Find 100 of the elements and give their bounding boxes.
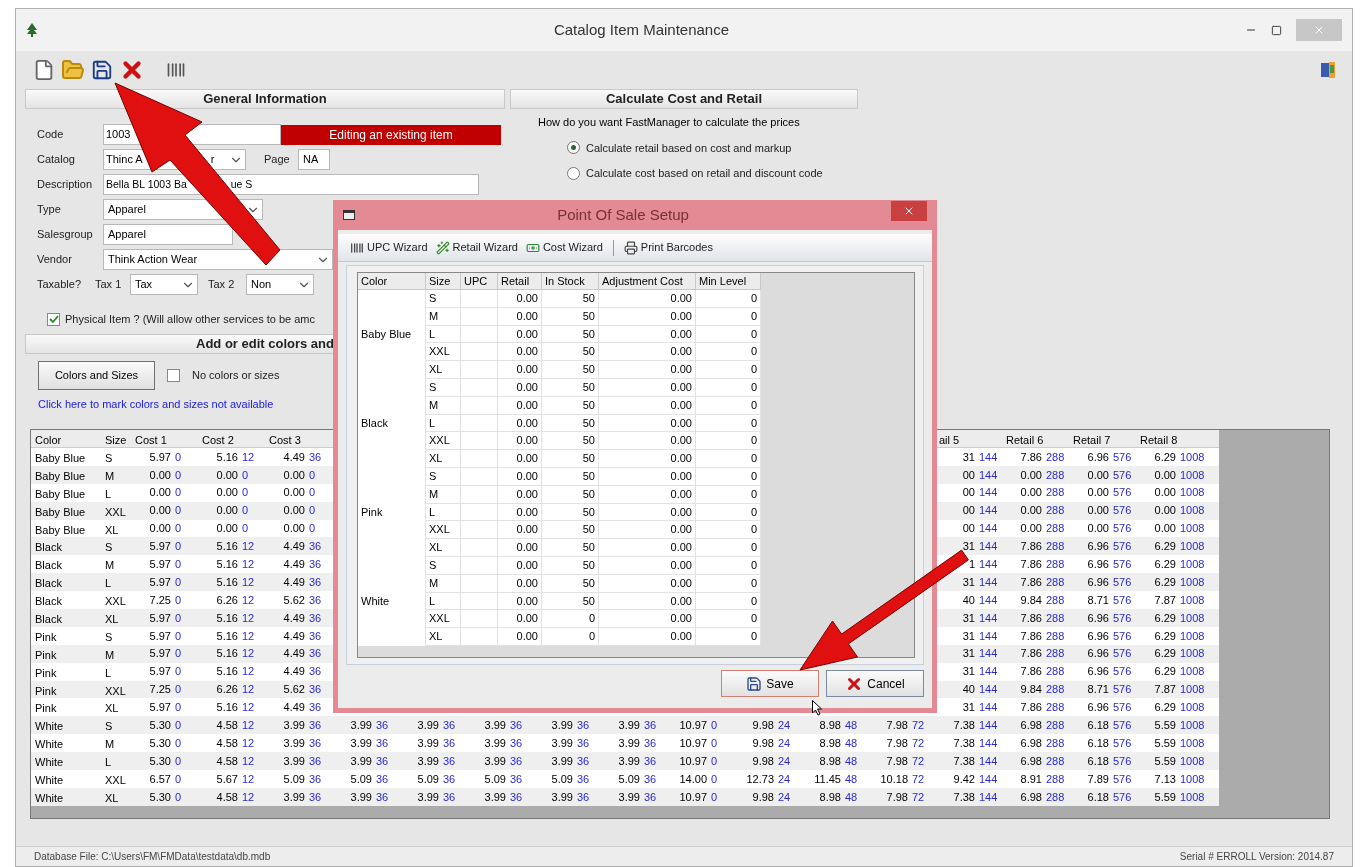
table-cell: 0.00 <box>498 467 542 486</box>
save-button[interactable]: Save <box>721 670 819 697</box>
grid-cell-text: 6.18 <box>1086 789 1109 805</box>
table-cell: S <box>426 379 461 397</box>
grid-cell-text: 6.18 <box>1086 735 1109 751</box>
grid-cell: S <box>105 630 113 643</box>
quantity-value: 0 <box>174 628 182 644</box>
grid-cell-text: 6.96 <box>1086 610 1109 626</box>
grid-cell-text: 5.97 <box>148 557 171 573</box>
grid-cell-text: 40 <box>961 682 975 698</box>
table-cell: 0 <box>696 290 761 308</box>
grid-cell-text: 3.99 <box>416 789 439 805</box>
quantity-value: 36 <box>308 592 322 608</box>
table-cell: 0.00 <box>498 539 542 557</box>
table-cell: 0.00 <box>599 610 696 629</box>
table-cell: L <box>426 503 461 522</box>
quantity-value: 0 <box>308 521 316 537</box>
grid-cell-text: 5.09 <box>483 771 506 787</box>
grid-cell-text: 6.98 <box>1019 735 1042 751</box>
quantity-value: 36 <box>576 771 590 787</box>
field-label: Taxable? <box>37 277 83 293</box>
tax-select[interactable]: Tax <box>130 274 198 295</box>
cancel-button[interactable]: Cancel <box>826 670 924 697</box>
maximize-icon[interactable] <box>1271 24 1282 36</box>
toolbar-button[interactable]: UPC Wizard <box>348 239 430 256</box>
checkbox[interactable] <box>167 368 180 382</box>
quantity-value: 576 <box>1112 735 1132 751</box>
tax-select[interactable]: Non <box>246 274 314 295</box>
grid-cell-text: 5.16 <box>215 628 238 644</box>
quantity-value: 0 <box>308 467 316 483</box>
toolbar-button[interactable]: Retail Wizard <box>433 239 520 256</box>
quantity-value: 48 <box>844 789 858 805</box>
table-cell: 50 <box>542 592 599 611</box>
page-field[interactable]: NA <box>298 149 330 170</box>
quantity-value: 576 <box>1112 700 1132 716</box>
quantity-value: 0 <box>710 789 718 805</box>
door-icon[interactable] <box>1321 62 1335 78</box>
grid-cell: Baby Blue <box>35 523 86 536</box>
quantity-value: 36 <box>308 771 322 787</box>
table-cell: M <box>426 396 461 415</box>
quantity-value: 12 <box>241 753 255 769</box>
grid-cell-text: 3.99 <box>349 718 372 734</box>
field-label: Tax 1 <box>95 277 123 293</box>
grid-cell-text: 7.86 <box>1019 610 1042 626</box>
colors-and-sizes-button[interactable]: Colors and Sizes <box>38 360 155 390</box>
floppy-icon[interactable] <box>91 59 113 81</box>
grid-cell-text: 31 <box>961 610 975 626</box>
grid-cell-text: 5.59 <box>1153 718 1176 734</box>
grid-cell-text: 5.59 <box>1153 753 1176 769</box>
table-cell: 50 <box>542 450 599 468</box>
quantity-value: 288 <box>1045 539 1065 555</box>
folder-icon[interactable] <box>61 58 85 82</box>
grid-cell-text: 7.87 <box>1153 682 1176 698</box>
quantity-value: 36 <box>643 753 657 769</box>
table-cell: 0.00 <box>498 343 542 362</box>
grid-cell-text: 0.00 <box>1153 503 1176 519</box>
salesgroup-field[interactable]: Apparel <box>103 224 233 245</box>
radio-button[interactable] <box>567 166 580 180</box>
table-cell: XXL <box>426 521 461 540</box>
quantity-value: 144 <box>978 485 998 501</box>
vendor-select[interactable]: Think Action Wear <box>103 249 333 270</box>
table-cell: XL <box>426 361 461 379</box>
quantity-value: 36 <box>442 789 456 805</box>
quantity-value: 36 <box>375 753 389 769</box>
toolbar-button[interactable]: Print Barcodes <box>621 239 715 256</box>
checkbox[interactable] <box>47 312 60 326</box>
quantity-value: 12 <box>241 735 255 751</box>
quantity-value: 12 <box>241 557 255 573</box>
quantity-value: 1008 <box>1179 771 1205 787</box>
table-cell: 0 <box>696 325 761 344</box>
table-cell: 50 <box>542 307 599 326</box>
column-header: In Stock <box>542 273 599 290</box>
radio-button[interactable] <box>567 141 580 155</box>
toolbar-button[interactable]: Cost Wizard <box>523 239 605 256</box>
quantity-value: 144 <box>978 503 998 519</box>
column-header: Adjustment Cost <box>599 273 696 290</box>
quantity-value: 48 <box>844 771 858 787</box>
new-document-icon[interactable] <box>33 58 55 82</box>
quantity-value: 1008 <box>1179 628 1205 644</box>
grid-cell-text: 0.00 <box>1086 503 1109 519</box>
table-cell: 50 <box>542 485 599 504</box>
grid-cell-text: 0.00 <box>1019 521 1042 537</box>
grid-cell-text: 31 <box>961 646 975 662</box>
grid-cell: White <box>35 738 64 751</box>
grid-cell-text: 7.89 <box>1086 771 1109 787</box>
grid-cell-text: 5.59 <box>1153 735 1176 751</box>
quantity-value: 576 <box>1112 628 1132 644</box>
quantity-value: 144 <box>978 539 998 555</box>
table-cell: L <box>426 414 461 433</box>
table-cell: 0.00 <box>498 325 542 344</box>
description-field[interactable]: Bella BL 1003 Ba ue S <box>103 174 479 195</box>
barcode-icon[interactable] <box>165 60 187 80</box>
table-cell: XXL <box>426 432 461 451</box>
quantity-value: 12 <box>241 539 255 555</box>
table-cell-text: White <box>361 594 390 610</box>
quantity-value: 12 <box>241 771 255 787</box>
table-cell: 0.00 <box>599 574 696 593</box>
table-cell: 0.00 <box>599 521 696 540</box>
grid-cell: XXL <box>105 595 126 608</box>
table-cell: 0.00 <box>599 307 696 326</box>
